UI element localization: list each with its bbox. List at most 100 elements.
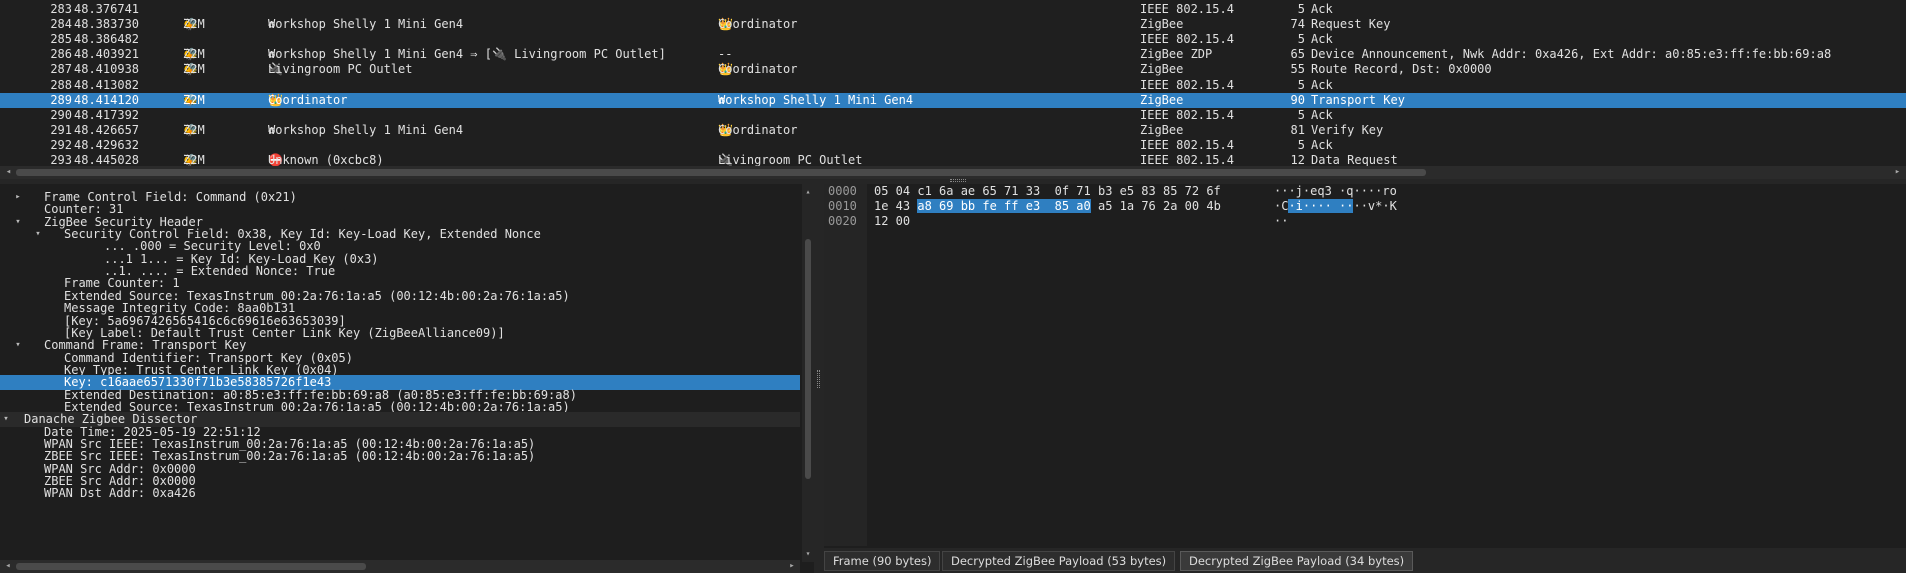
packet-row[interactable]: 289 48.414120 🐝 Z2M 👑 Coordinator ♻ Workshop Sh… <box>0 92 1906 108</box>
packet-source-device-label: Unknown (0xcbc8) <box>268 153 384 166</box>
packet-length: 5 <box>1297 2 1305 16</box>
packet-source-label: Z2M <box>183 92 205 107</box>
scrollbar-thumb[interactable] <box>16 169 1426 176</box>
offset-column <box>824 184 867 546</box>
packet-destination-label: Workshop Shelly 1 Mini Gen4 <box>718 92 914 107</box>
packet-source-device-label: Workshop Shelly 1 Mini Gen4 <box>268 122 464 137</box>
packet-protocol: IEEE 802.15.4 <box>1140 2 1234 16</box>
details-tree-row[interactable]: WPAN Dst Addr: 0xa426 <box>0 486 800 501</box>
splitter-grip-icon[interactable] <box>950 179 966 182</box>
packet-row[interactable]: 288 48.413082 IEEE 802.15.4 5 Ack <box>0 78 1906 93</box>
tab-bytes-view[interactable]: Frame (90 bytes) <box>824 551 941 571</box>
packet-number: 285 <box>50 32 72 47</box>
hex-bytes[interactable]: 12 00 <box>874 214 910 229</box>
packet-source-device-label: Coordinator <box>268 92 348 107</box>
scroll-left-arrow-icon[interactable]: ◂ <box>2 560 14 573</box>
packet-source-device-label: Workshop Shelly 1 Mini Gen4 ⇒ [🔌 Livingr… <box>268 47 666 62</box>
ascii-bytes[interactable]: ·· <box>1274 214 1288 229</box>
packet-protocol: ZigBee <box>1140 92 1184 107</box>
packet-list-horizontal-scrollbar[interactable]: ◂ ▸ <box>0 166 1906 179</box>
packet-source-label: Z2M <box>183 47 205 62</box>
scroll-down-arrow-icon[interactable]: ▾ <box>802 548 814 560</box>
ascii-bytes-part: ···j·eq3 ·q····ro <box>1274 184 1397 198</box>
ascii-bytes-highlight: ·i···· ·· <box>1288 199 1354 213</box>
packet-bytes-pane[interactable]: 0000 05 04 c1 6a ae 65 71 33 0f 71 b3 e5 … <box>824 184 1906 546</box>
packet-row[interactable]: 285 48.386482 IEEE 802.15.4 5 Ack <box>0 32 1906 47</box>
packet-info: Data Request <box>1311 153 1398 166</box>
scrollbar-thumb[interactable] <box>805 239 811 479</box>
scroll-up-arrow-icon[interactable]: ▴ <box>802 186 814 198</box>
packet-source-label: Z2M <box>183 122 205 137</box>
hex-bytes-part: 05 04 c1 6a ae 65 71 33 0f 71 b3 e5 83 8… <box>874 184 1221 198</box>
packet-protocol: IEEE 802.15.4 <box>1140 77 1234 92</box>
byte-offset: 0010 <box>828 199 857 213</box>
packet-length: 5 <box>1297 32 1305 47</box>
hex-bytes-part: 12 00 <box>874 214 911 228</box>
packet-row[interactable]: 287 48.410938 🐝 Z2M 🔌 Livingroom PC Outlet 👑 Co… <box>0 62 1906 77</box>
ascii-bytes[interactable]: ···j·eq3 ·q····ro <box>1274 184 1397 199</box>
packet-protocol: ZigBee <box>1140 122 1184 137</box>
scroll-right-arrow-icon[interactable]: ▸ <box>1891 166 1904 179</box>
packet-destination-label: -- <box>718 47 733 62</box>
packet-row[interactable]: 284 48.383730 🐝 Z2M ♻ Workshop Shelly 1 Mini … <box>0 17 1906 32</box>
packet-number: 287 <box>50 62 72 77</box>
packet-time: 48.376741 <box>74 2 140 16</box>
packet-number: 283 <box>50 2 72 16</box>
packet-source-device-label: Livingroom PC Outlet <box>268 62 413 77</box>
packet-row[interactable]: 283 48.376741 IEEE 802.15.4 5 Ack <box>0 2 1906 17</box>
packet-length: 5 <box>1297 137 1305 152</box>
scroll-left-arrow-icon[interactable]: ◂ <box>2 166 15 179</box>
packet-length: 81 <box>1290 122 1305 137</box>
packet-row[interactable]: 292 48.429632 IEEE 802.15.4 5 Ack <box>0 138 1906 153</box>
packet-row[interactable]: 293 48.445028 🐝 Z2M ⛔ Unknown (0xcbc8) 🔌 Living… <box>0 153 1906 166</box>
packet-time: 48.429632 <box>74 137 140 152</box>
ascii-bytes-part: ·· <box>1274 214 1289 228</box>
scrollbar-thumb[interactable] <box>16 563 366 570</box>
packet-length: 12 <box>1290 153 1305 166</box>
packet-source-device-label: Workshop Shelly 1 Mini Gen4 <box>268 17 464 32</box>
packet-row[interactable]: 290 48.417392 IEEE 802.15.4 5 Ack <box>0 108 1906 123</box>
packet-protocol: IEEE 802.15.4 <box>1140 153 1234 166</box>
hex-bytes-highlight: a8 69 bb fe ff e3 85 a0 <box>917 199 1091 213</box>
hex-bytes-part: 1e 43 <box>874 199 918 213</box>
packet-protocol: IEEE 802.15.4 <box>1140 32 1234 47</box>
packet-protocol: IEEE 802.15.4 <box>1140 137 1234 152</box>
details-tree-label: WPAN Dst Addr: 0xa426 <box>44 486 196 501</box>
hex-bytes-part: a5 1a 76 2a 00 4b <box>1090 199 1221 213</box>
ascii-bytes[interactable]: ·C·i···· ····v*·K <box>1274 199 1397 214</box>
packet-source-label: Z2M <box>183 17 205 32</box>
packet-time: 48.403921 <box>74 47 140 62</box>
packet-number: 286 <box>50 47 72 62</box>
packet-info: Transport Key <box>1311 92 1405 107</box>
scroll-right-arrow-icon[interactable]: ▸ <box>786 560 798 573</box>
packet-row[interactable]: 286 48.403921 🐝 Z2M ♻ Workshop Shelly 1 Mini … <box>0 47 1906 62</box>
packet-length: 74 <box>1290 17 1305 32</box>
packet-protocol: IEEE 802.15.4 <box>1140 107 1234 122</box>
tab-bytes-view[interactable]: Decrypted ZigBee Payload (34 bytes) <box>1180 551 1414 571</box>
packet-info: Ack <box>1311 137 1333 152</box>
packet-length: 5 <box>1297 107 1305 122</box>
packet-number: 292 <box>50 137 72 152</box>
packet-info: Ack <box>1311 2 1333 16</box>
ascii-bytes-part: ·C <box>1274 199 1289 213</box>
packet-row[interactable]: 291 48.426657 🐝 Z2M ♻ Workshop Shelly 1 Mini … <box>0 123 1906 138</box>
hex-bytes[interactable]: 1e 43 a8 69 bb fe ff e3 85 a0 a5 1a 76 2… <box>874 199 1221 214</box>
packet-info: Ack <box>1311 32 1333 47</box>
packet-protocol: ZigBee <box>1140 62 1184 77</box>
packet-time: 48.445028 <box>74 153 140 166</box>
splitter-grip-icon[interactable] <box>817 370 820 388</box>
packet-details-tree[interactable]: ▸ Frame Control Field: Command (0x21) Coun… <box>0 184 800 562</box>
ascii-bytes-part: ··v*·K <box>1353 199 1397 213</box>
packet-time: 48.386482 <box>74 32 140 47</box>
details-vertical-scrollbar[interactable]: ▴ ▾ <box>802 184 814 562</box>
hex-bytes[interactable]: 05 04 c1 6a ae 65 71 33 0f 71 b3 e5 83 8… <box>874 184 1221 199</box>
packet-length: 5 <box>1297 77 1305 92</box>
bytes-tab-bar: Frame (90 bytes) Decrypted ZigBee Payload… <box>824 548 1906 573</box>
details-horizontal-scrollbar[interactable]: ◂ ▸ <box>0 560 800 573</box>
packet-info: Device Announcement, Nwk Addr: 0xa426, E… <box>1311 47 1832 62</box>
packet-source-label: Z2M <box>183 62 205 77</box>
pane-splitter-vertical[interactable] <box>814 184 824 573</box>
packet-list[interactable]: 283 48.376741 IEEE 802.15.4 5 Ack 284 48.38373… <box>0 0 1906 166</box>
packet-time: 48.417392 <box>74 107 140 122</box>
tab-bytes-view[interactable]: Decrypted ZigBee Payload (53 bytes) <box>942 551 1176 571</box>
